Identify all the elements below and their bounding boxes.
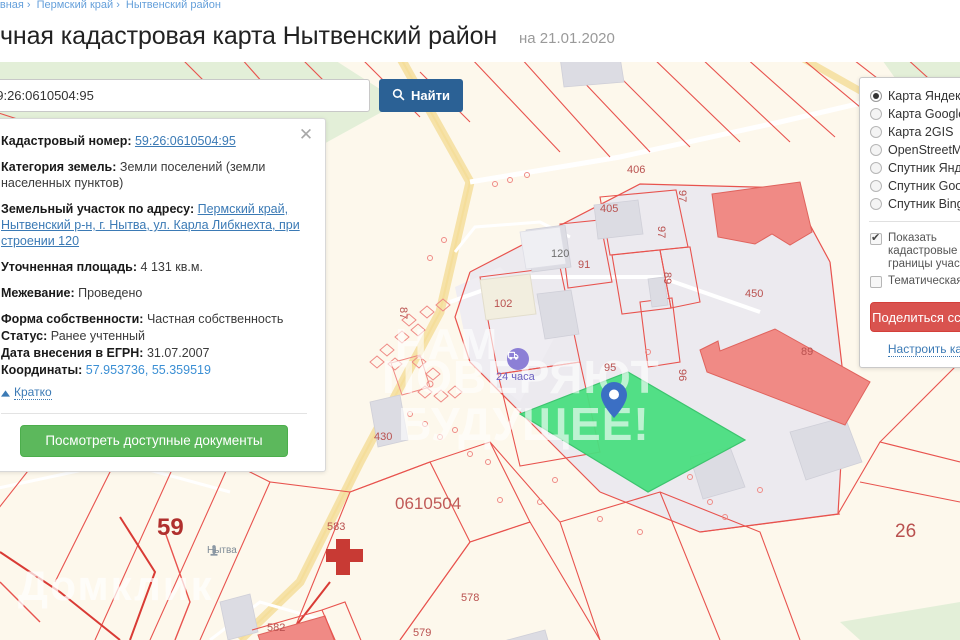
status-label: Статус: (1, 329, 48, 343)
coords-label: Координаты: (1, 363, 83, 377)
search-bar: Найти (0, 79, 463, 112)
basemap-option-label: Спутник Яндекс (888, 161, 960, 175)
info-row-area: Уточненная площадь: 4 131 кв.м. (1, 259, 307, 275)
address-label: Земельный участок по адресу: (1, 202, 195, 216)
breadcrumb-item-2[interactable]: Нытвенский район (126, 0, 221, 11)
basemap-option-label: Спутник Bing (888, 197, 960, 211)
info-row-egrn-date: Дата внесения в ЕГРН: 31.07.2007 (1, 345, 307, 361)
radio-icon[interactable] (870, 144, 882, 156)
basemap-option-label: Карта Яндекс (888, 89, 960, 103)
collapse-toggle[interactable]: Кратко (1, 385, 52, 400)
basemap-option-4[interactable]: Спутник Яндекс (860, 159, 960, 177)
monument-icon (210, 545, 218, 556)
map-marker-pin[interactable] (601, 382, 627, 418)
search-button-label: Найти (411, 88, 450, 103)
info-row-coords: Координаты: 57.953736, 55.359519 (1, 362, 307, 378)
radio-icon[interactable] (870, 162, 882, 174)
radio-icon[interactable] (870, 180, 882, 192)
basemap-options: Карта Яндекс Карта Google Карта 2GIS OpenSt… (860, 87, 960, 213)
map-watermark-brand: Домклик (18, 562, 214, 609)
poi-nytva[interactable]: Нытва (207, 544, 237, 556)
map-settings-label: Настроить карту (887, 342, 960, 357)
area-value: 4 131 кв.м. (140, 260, 203, 274)
layer-checkbox-label: Тематическая карта (888, 275, 960, 287)
radio-icon[interactable] (870, 90, 882, 102)
radio-icon[interactable] (870, 108, 882, 120)
egrn-date-label: Дата внесения в ЕГРН: (1, 346, 144, 360)
divider (869, 221, 960, 222)
basemap-option-label: OpenStreetMap (888, 143, 960, 157)
radio-icon[interactable] (870, 126, 882, 138)
breadcrumb-item-1[interactable]: Пермский край › (37, 0, 120, 11)
cadastral-number-value[interactable]: 59:26:0610504:95 (135, 134, 236, 148)
divider (1, 412, 307, 414)
search-button[interactable]: Найти (379, 79, 463, 112)
info-row-address: Земельный участок по адресу: Пермский кр… (1, 201, 307, 249)
breadcrumb-item-0[interactable]: Главная › (0, 0, 31, 11)
ownership-label: Форма собственности: (1, 312, 144, 326)
layer-checkbox-label: Показать кадастровые границы участков (888, 232, 960, 270)
layer-control-panel: Карта Яндекс Карта Google Карта 2GIS OpenSt… (859, 77, 960, 368)
status-value: Ранее учтенный (50, 329, 146, 343)
survey-value: Проведено (78, 286, 143, 300)
layer-checkbox-1[interactable]: Тематическая карта (860, 273, 960, 290)
search-input[interactable] (0, 79, 370, 112)
view-documents-button[interactable]: Посмотреть доступные документы (20, 424, 288, 457)
basemap-option-label: Спутник Google (888, 179, 960, 193)
map-settings-link[interactable]: Настроить карту (860, 342, 960, 357)
header-date-label: на 21.01.2020 (519, 30, 615, 47)
layer-checkbox-0[interactable]: Показать кадастровые границы участков (860, 230, 960, 273)
share-link-button[interactable]: Поделиться ссылкой (870, 302, 960, 332)
info-row-ownership: Форма собственности: Частная собственнос… (1, 311, 307, 327)
basemap-option-2[interactable]: Карта 2GIS (860, 123, 960, 141)
info-row-status: Статус: Ранее учтенный (1, 328, 307, 344)
triangle-up-icon (1, 386, 10, 400)
poi-24h-label: 24 часа (496, 371, 535, 383)
basemap-option-3[interactable]: OpenStreetMap (860, 141, 960, 159)
cadastral-map-page: 1208 НАМ ПОВЕРЯЮТ БУДУЩЕЕ! Домклик 40640… (0, 0, 960, 640)
close-icon[interactable]: ✕ (298, 126, 314, 143)
checkbox-icon[interactable] (870, 231, 882, 245)
info-row-land-category: Категория земель: Земли поселений (земли… (1, 159, 307, 191)
info-row-cadastral-number: Кадастровый номер: 59:26:0610504:95 (1, 133, 307, 149)
layer-checkboxes: Показать кадастровые границы участков Тем… (860, 230, 960, 290)
info-row-survey: Межевание: Проведено (1, 285, 307, 301)
basemap-option-1[interactable]: Карта Google (860, 105, 960, 123)
basemap-option-label: Карта 2GIS (888, 125, 954, 139)
egrn-date-value: 31.07.2007 (146, 346, 210, 360)
collapse-label: Кратко (14, 385, 52, 400)
checkbox-icon[interactable] (870, 276, 882, 288)
page-header: Главная › Пермский край › Нытвенский район… (0, 0, 960, 62)
area-label: Уточненная площадь: (1, 260, 138, 274)
basemap-option-5[interactable]: Спутник Google (860, 177, 960, 195)
page-title: Публичная кадастровая карта Нытвенский р… (0, 22, 498, 50)
fuel-station-icon (507, 348, 529, 370)
basemap-option-label: Карта Google (888, 107, 960, 121)
parcel-info-panel: ✕ Кадастровый номер: 59:26:0610504:95 Ка… (0, 118, 326, 472)
basemap-option-0[interactable]: Карта Яндекс (860, 87, 960, 105)
breadcrumb[interactable]: Главная › Пермский край › Нытвенский район (0, 0, 227, 11)
land-category-label: Категория земель: (1, 160, 117, 174)
search-icon (392, 88, 405, 104)
radio-icon[interactable] (870, 198, 882, 210)
survey-label: Межевание: (1, 286, 75, 300)
ownership-value: Частная собственность (146, 312, 284, 326)
cadastral-number-label: Кадастровый номер: (1, 134, 132, 148)
coords-value[interactable]: 57.953736, 55.359519 (86, 363, 211, 377)
poi-24h[interactable]: 24 часа (496, 348, 535, 383)
basemap-option-6[interactable]: Спутник Bing (860, 195, 960, 213)
